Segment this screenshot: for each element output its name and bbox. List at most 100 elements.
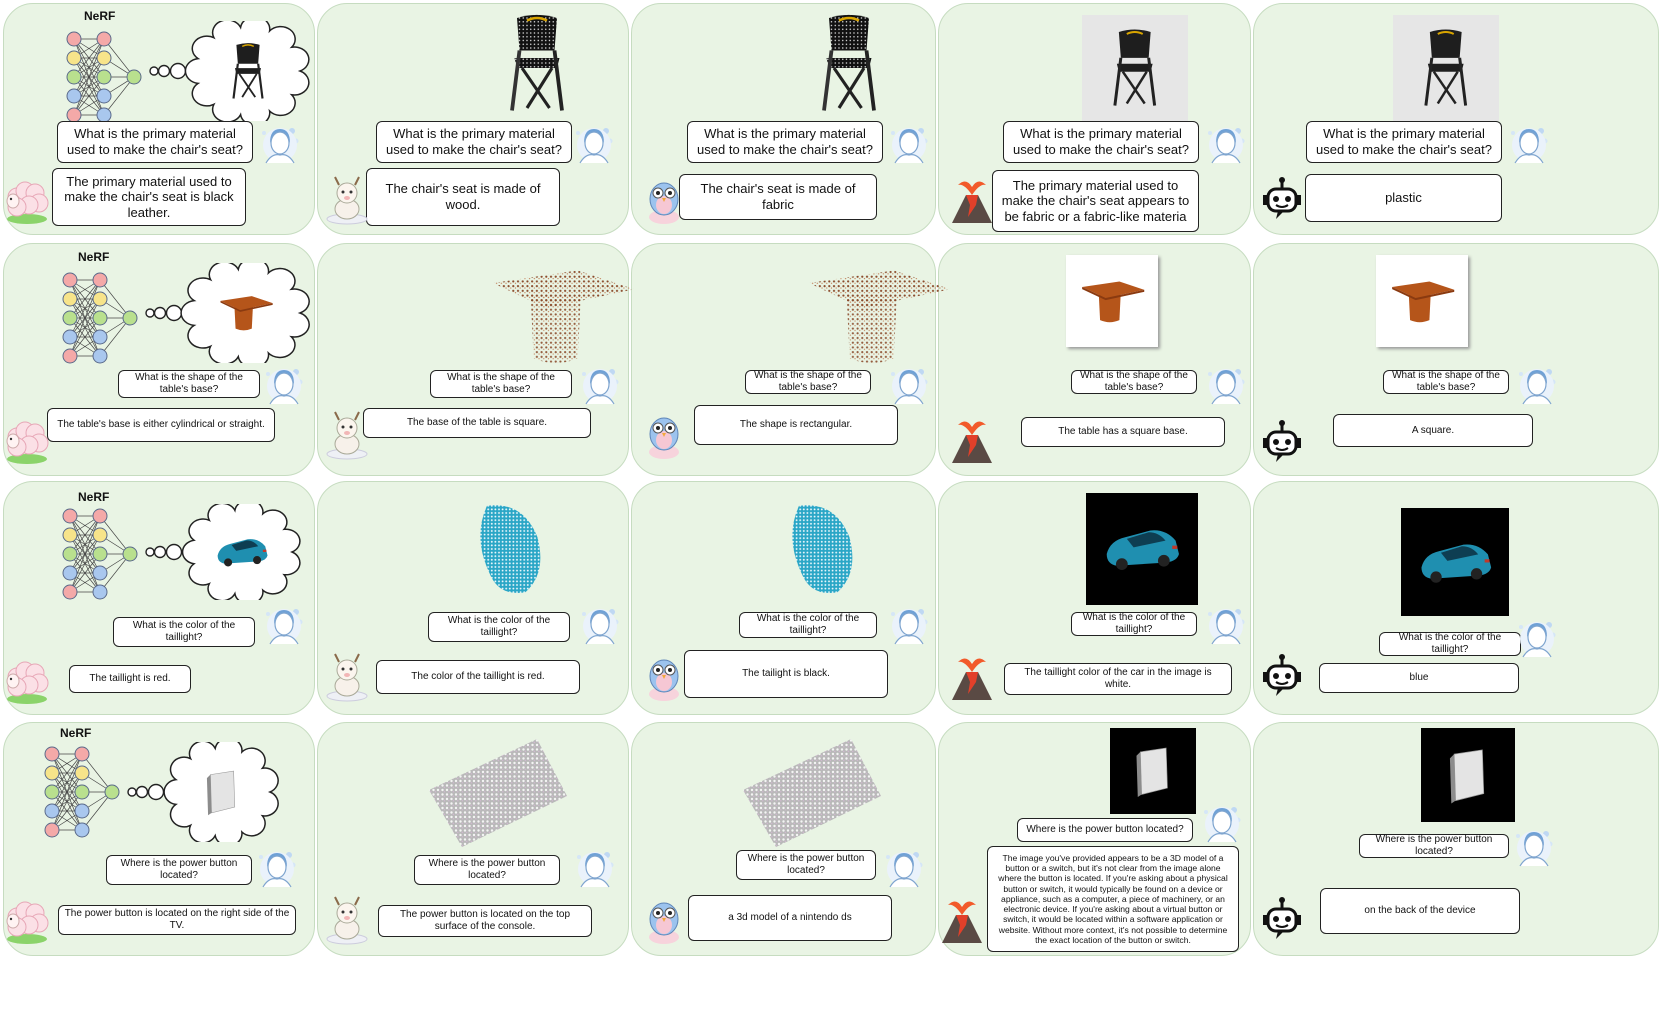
owl-icon	[649, 417, 679, 459]
question-bubble: What is the color of the taillight?	[1071, 612, 1197, 636]
question-bubble: What is the primary material used to mak…	[376, 121, 572, 163]
console-in-cloud	[206, 770, 236, 816]
question-bubble: What is the primary material used to mak…	[1306, 121, 1502, 163]
user-avatar-icon	[266, 369, 303, 405]
answer-bubble-goat: The color of the taillight is red.	[376, 660, 580, 694]
user-avatar-icon	[582, 609, 619, 645]
question-bubble: Where is the power button located?	[1359, 834, 1509, 858]
answer-bubble-volcano: The table has a square base.	[1021, 417, 1225, 447]
user-avatar-icon	[891, 609, 928, 645]
user-avatar-icon	[1519, 369, 1556, 405]
goat-icon	[326, 653, 368, 702]
neural-network-icon	[44, 746, 120, 838]
question-bubble: What is the shape of the table's base?	[118, 370, 260, 398]
neural-network-icon	[62, 508, 138, 600]
table-point-cloud-c2	[492, 270, 635, 364]
answer-bubble-sheep: The taillight is red.	[69, 665, 191, 693]
rendered-view-car	[1086, 493, 1198, 605]
answer-bubble-owl: The tailight is black.	[684, 650, 888, 698]
answer-bubble-owl: The chair's seat is made of fabric	[679, 174, 877, 220]
question-bubble: Where is the power button located?	[414, 855, 560, 885]
question-bubble: What is the color of the taillight?	[428, 612, 570, 642]
nerf-label: NeRF	[60, 726, 92, 740]
question-bubble: What is the shape of the table's base?	[430, 370, 572, 398]
neural-network-icon	[66, 31, 142, 123]
neural-network-icon	[62, 272, 138, 364]
nerf-label: NeRF	[78, 490, 110, 504]
question-bubble: What is the color of the taillight?	[1379, 632, 1521, 656]
goat-icon	[326, 176, 368, 225]
volcano-icon	[942, 901, 982, 943]
rendered-view-chair	[1082, 15, 1188, 121]
answer-bubble-sheep: The table's base is either cylindrical o…	[47, 408, 275, 442]
car-render-2-5	[1420, 543, 1491, 583]
answer-bubble-volcano: The primary material used to make the ch…	[992, 170, 1199, 232]
chair-point-cloud-c3	[822, 14, 876, 111]
console-point-cloud-c3	[743, 739, 881, 847]
answer-bubble-owl: a 3d model of a nintendo ds	[688, 895, 892, 941]
volcano-icon	[952, 421, 992, 463]
user-avatar-icon	[262, 128, 299, 164]
chair-in-cloud	[232, 43, 264, 99]
sheep-icon	[6, 421, 49, 464]
user-avatar-icon	[1511, 128, 1548, 164]
sheep-icon	[6, 661, 49, 704]
user-avatar-icon	[1204, 807, 1241, 843]
answer-bubble-goat: The chair's seat is made of wood.	[366, 168, 560, 226]
car-in-cloud	[217, 539, 268, 567]
goat-icon	[326, 411, 368, 460]
chair-point-cloud-c2	[510, 14, 564, 111]
question-bubble: Where is the power button located?	[106, 855, 252, 885]
answer-bubble-volcano: The image you've provided appears to be …	[987, 846, 1239, 952]
answer-bubble-robot: on the back of the device	[1320, 888, 1520, 934]
robot-icon	[1263, 420, 1301, 462]
car-point-cloud-c2	[480, 505, 541, 593]
console-render-3-4	[1136, 747, 1168, 797]
answer-bubble-volcano: The taillight color of the car in the im…	[1004, 663, 1232, 695]
goat-icon	[326, 896, 368, 945]
user-avatar-icon	[886, 852, 923, 888]
answer-bubble-robot: plastic	[1305, 174, 1502, 222]
rendered-view-car	[1401, 508, 1509, 616]
table-in-cloud	[220, 296, 273, 331]
owl-icon	[649, 182, 679, 224]
chair-render-0-5	[1424, 29, 1468, 106]
question-bubble: What is the shape of the table's base?	[745, 370, 871, 394]
car-render-2-4	[1106, 530, 1179, 570]
console-render-3-5	[1449, 749, 1484, 804]
question-bubble: What is the shape of the table's base?	[1071, 370, 1197, 394]
volcano-icon	[952, 658, 992, 700]
answer-bubble-sheep: The power button is located on the right…	[58, 905, 296, 935]
question-bubble: What is the color of the taillight?	[739, 612, 877, 638]
user-avatar-icon	[582, 369, 619, 405]
user-avatar-icon	[266, 609, 303, 645]
user-avatar-icon	[576, 128, 613, 164]
sheep-icon	[6, 901, 49, 944]
console-point-cloud-c2	[429, 739, 567, 847]
answer-bubble-sheep: The primary material used to make the ch…	[52, 168, 246, 226]
user-avatar-icon	[1208, 369, 1245, 405]
car-point-cloud-c3	[792, 505, 853, 593]
question-bubble: Where is the power button located?	[736, 850, 876, 880]
table-point-cloud-c3	[808, 270, 951, 364]
nerf-label: NeRF	[78, 250, 110, 264]
user-avatar-icon	[577, 852, 614, 888]
robot-icon	[1263, 177, 1301, 219]
question-bubble: What is the primary material used to mak…	[1003, 121, 1199, 163]
table-render-1-5	[1391, 280, 1454, 322]
answer-bubble-robot: A square.	[1333, 414, 1533, 447]
sheep-icon	[6, 181, 49, 224]
user-avatar-icon	[891, 128, 928, 164]
chair-render-0-4	[1113, 29, 1157, 106]
rendered-view-table	[1066, 255, 1158, 347]
question-bubble: What is the primary material used to mak…	[687, 121, 883, 163]
owl-icon	[649, 902, 679, 944]
answer-bubble-owl: The shape is rectangular.	[694, 405, 898, 445]
user-avatar-icon	[1208, 128, 1245, 164]
question-bubble: What is the color of the taillight?	[113, 617, 255, 647]
rendered-view-chair	[1393, 15, 1499, 121]
robot-icon	[1263, 897, 1301, 939]
user-avatar-icon	[1208, 609, 1245, 645]
nerf-label: NeRF	[84, 9, 116, 23]
user-avatar-icon	[1519, 622, 1556, 658]
